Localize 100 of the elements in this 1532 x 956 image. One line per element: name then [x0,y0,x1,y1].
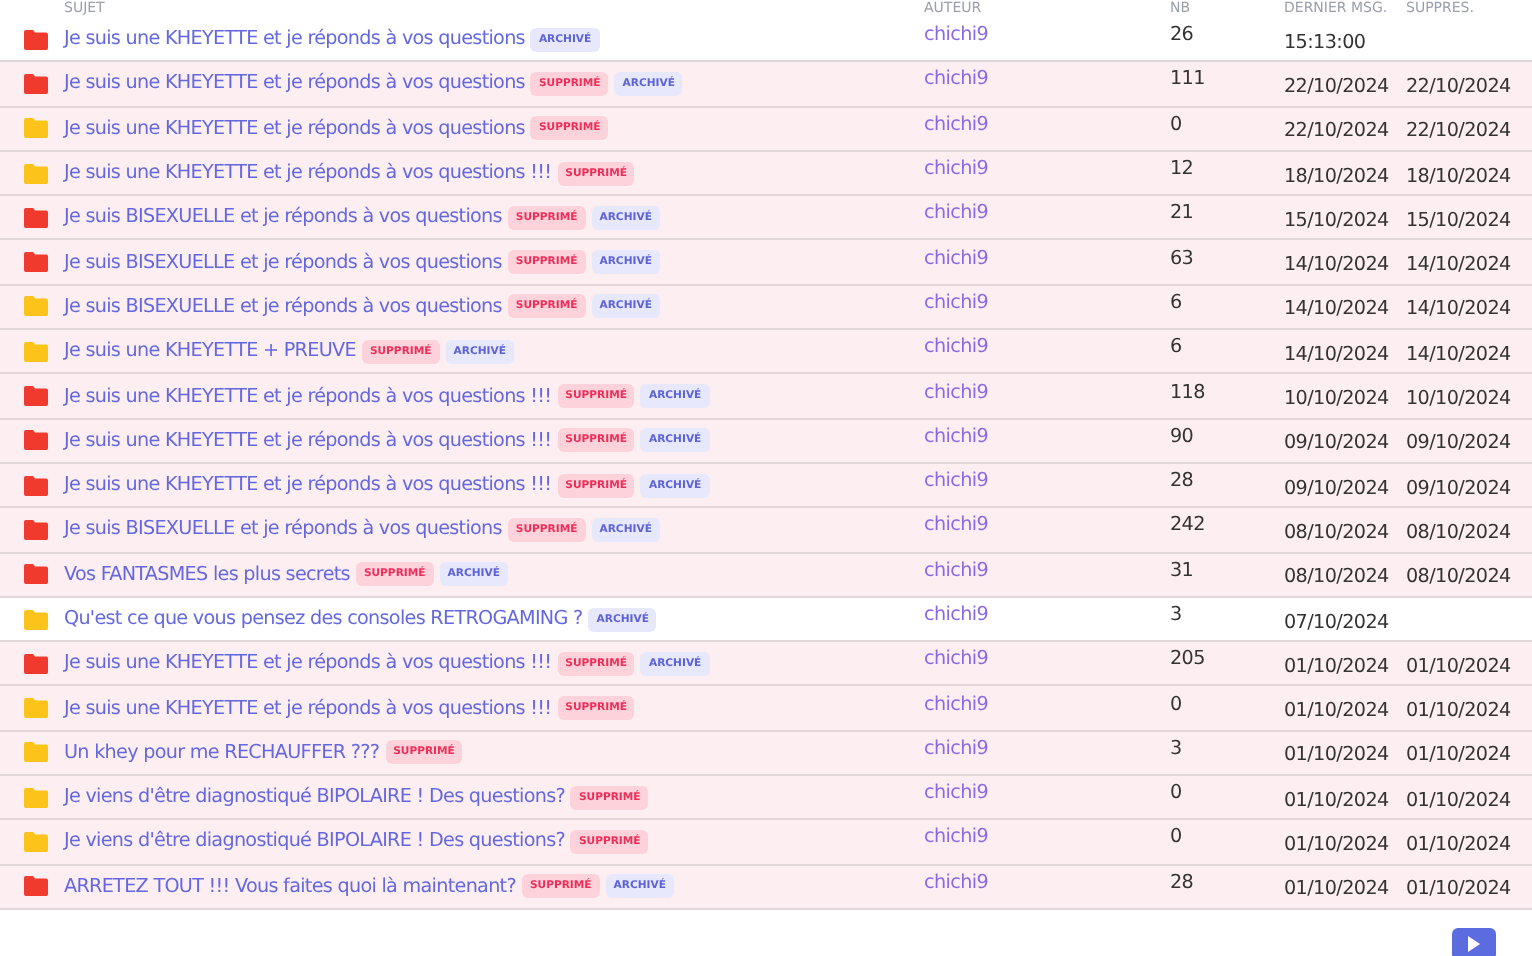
author-link[interactable]: chichi9 [924,470,1170,493]
topic-link[interactable]: Je suis BISEXUELLE et je réponds à vos questions [64,251,502,274]
topic-link[interactable]: Je suis une KHEYETTE et je réponds à vos questions [64,117,525,140]
last-message-date: 14/10/2024 [1284,296,1391,321]
reply-count: 3 [1170,737,1184,760]
topic-link[interactable]: Je suis BISEXUELLE et je réponds à vos questions [64,206,502,229]
topic-link[interactable]: Je suis BISEXUELLE et je réponds à vos questions [64,295,502,318]
author-link[interactable]: chichi9 [924,291,1170,314]
reply-count: 0 [1170,693,1184,716]
deletion-date: 22/10/2024 [1406,73,1513,98]
last-message-date: 14/10/2024 [1284,252,1391,277]
deletion-date: 18/10/2024 [1406,163,1513,188]
deletion-date: 08/10/2024 [1406,564,1513,589]
reply-count: 31 [1170,559,1196,582]
last-message-date: 01/10/2024 [1284,787,1391,812]
last-message-date: 10/10/2024 [1284,386,1391,411]
topic-link[interactable]: Je suis une KHEYETTE et je réponds à vos questions !!! [64,652,552,675]
author-link[interactable]: chichi9 [924,514,1170,537]
last-message-date: 15:13:00 [1284,29,1368,54]
reply-count: 118 [1170,381,1207,404]
last-message-date: 15/10/2024 [1284,207,1391,232]
deletion-date: 08/10/2024 [1406,519,1513,544]
topic-link[interactable]: Je viens d'être diagnostiqué BIPOLAIRE ! Des questions? [64,786,565,809]
last-message-date: 01/10/2024 [1284,742,1391,767]
last-message-date: 08/10/2024 [1284,519,1391,544]
deletion-date: 01/10/2024 [1406,787,1513,812]
last-message-date: 01/10/2024 [1284,831,1391,856]
reply-count: 3 [1170,604,1184,626]
deletion-date: 14/10/2024 [1406,252,1513,277]
author-link[interactable]: chichi9 [924,247,1170,270]
deletion-date: 15/10/2024 [1406,207,1513,232]
reply-count: 63 [1170,247,1196,270]
reply-count: 111 [1170,68,1207,91]
reply-count: 12 [1170,158,1196,181]
deletion-date: 14/10/2024 [1406,296,1513,321]
author-link[interactable]: chichi9 [924,559,1170,582]
reply-count: 6 [1170,291,1184,314]
deletion-date: 14/10/2024 [1406,341,1513,366]
author-link[interactable]: chichi9 [924,693,1170,716]
author-link[interactable]: chichi9 [924,648,1170,671]
deletion-date: 01/10/2024 [1406,653,1513,678]
last-message-date: 09/10/2024 [1284,475,1391,500]
author-link[interactable]: chichi9 [924,871,1170,894]
author-link[interactable]: chichi9 [924,604,1170,626]
topic-link[interactable]: Qu'est ce que vous pensez des consoles RETROGAMING ? [64,608,583,630]
topic-link[interactable]: ARRETEZ TOUT !!! Vous faites quoi là maintenant? [64,875,516,898]
author-link[interactable]: chichi9 [924,782,1170,805]
author-link[interactable]: chichi9 [924,113,1170,136]
reply-count: 205 [1170,648,1207,671]
last-message-date: 01/10/2024 [1284,698,1391,723]
last-message-date: 09/10/2024 [1284,430,1391,455]
reply-count: 21 [1170,202,1196,225]
deletion-date: 01/10/2024 [1406,742,1513,767]
topic-link[interactable]: Je suis une KHEYETTE et je réponds à vos questions [64,28,525,51]
topic-link[interactable]: Je suis BISEXUELLE et je réponds à vos questions [64,518,502,541]
reply-count: 28 [1170,871,1196,894]
reply-count: 0 [1170,826,1184,849]
reply-count: 242 [1170,514,1207,537]
author-link[interactable]: chichi9 [924,68,1170,91]
reply-count: 0 [1170,113,1184,136]
last-message-date: 18/10/2024 [1284,163,1391,188]
last-message-date: 07/10/2024 [1284,609,1391,633]
last-message-date: 01/10/2024 [1284,876,1391,901]
topic-link[interactable]: Vos FANTASMES les plus secrets [64,563,350,586]
deletion-date: 22/10/2024 [1406,118,1513,143]
next-page-button[interactable] [1452,927,1496,956]
author-link[interactable]: chichi9 [924,158,1170,181]
author-link[interactable]: chichi9 [924,737,1170,760]
deletion-date: 01/10/2024 [1406,698,1513,723]
author-link[interactable]: chichi9 [924,336,1170,359]
author-link[interactable]: chichi9 [924,826,1170,849]
topic-link[interactable]: Je suis une KHEYETTE et je réponds à vos questions !!! [64,429,552,452]
topic-link[interactable]: Je suis une KHEYETTE et je réponds à vos questions !!! [64,385,552,408]
last-message-date: 14/10/2024 [1284,341,1391,366]
deletion-date: 10/10/2024 [1406,386,1513,411]
deletion-date: 09/10/2024 [1406,430,1513,455]
topic-link[interactable]: Je suis une KHEYETTE et je réponds à vos questions !!! [64,474,552,497]
last-message-date: 22/10/2024 [1284,73,1391,98]
topic-link[interactable]: Je suis une KHEYETTE + PREUVE [64,340,356,363]
deletion-date: 01/10/2024 [1406,831,1513,856]
author-link[interactable]: chichi9 [924,425,1170,448]
author-link[interactable]: chichi9 [924,24,1170,47]
deletion-date: 09/10/2024 [1406,475,1513,500]
last-message-date: 01/10/2024 [1284,653,1391,678]
reply-count: 0 [1170,782,1184,805]
reply-count: 90 [1170,425,1196,448]
author-link[interactable]: chichi9 [924,202,1170,225]
reply-count: 6 [1170,336,1184,359]
play-icon [1468,935,1480,952]
topic-link[interactable]: Je suis une KHEYETTE et je réponds à vos questions [64,72,525,95]
reply-count: 26 [1170,24,1196,47]
last-message-date: 08/10/2024 [1284,564,1391,589]
topic-link[interactable]: Je viens d'être diagnostiqué BIPOLAIRE ! Des questions? [64,830,565,853]
author-link[interactable]: chichi9 [924,381,1170,404]
topic-link[interactable]: Je suis une KHEYETTE et je réponds à vos questions !!! [64,162,552,185]
topic-link[interactable]: Je suis une KHEYETTE et je réponds à vos questions !!! [64,697,552,720]
last-message-date: 22/10/2024 [1284,118,1391,143]
deletion-date: 01/10/2024 [1406,876,1513,901]
topic-link[interactable]: Un khey pour me RECHAUFFER ??? [64,741,380,764]
reply-count: 28 [1170,470,1196,493]
